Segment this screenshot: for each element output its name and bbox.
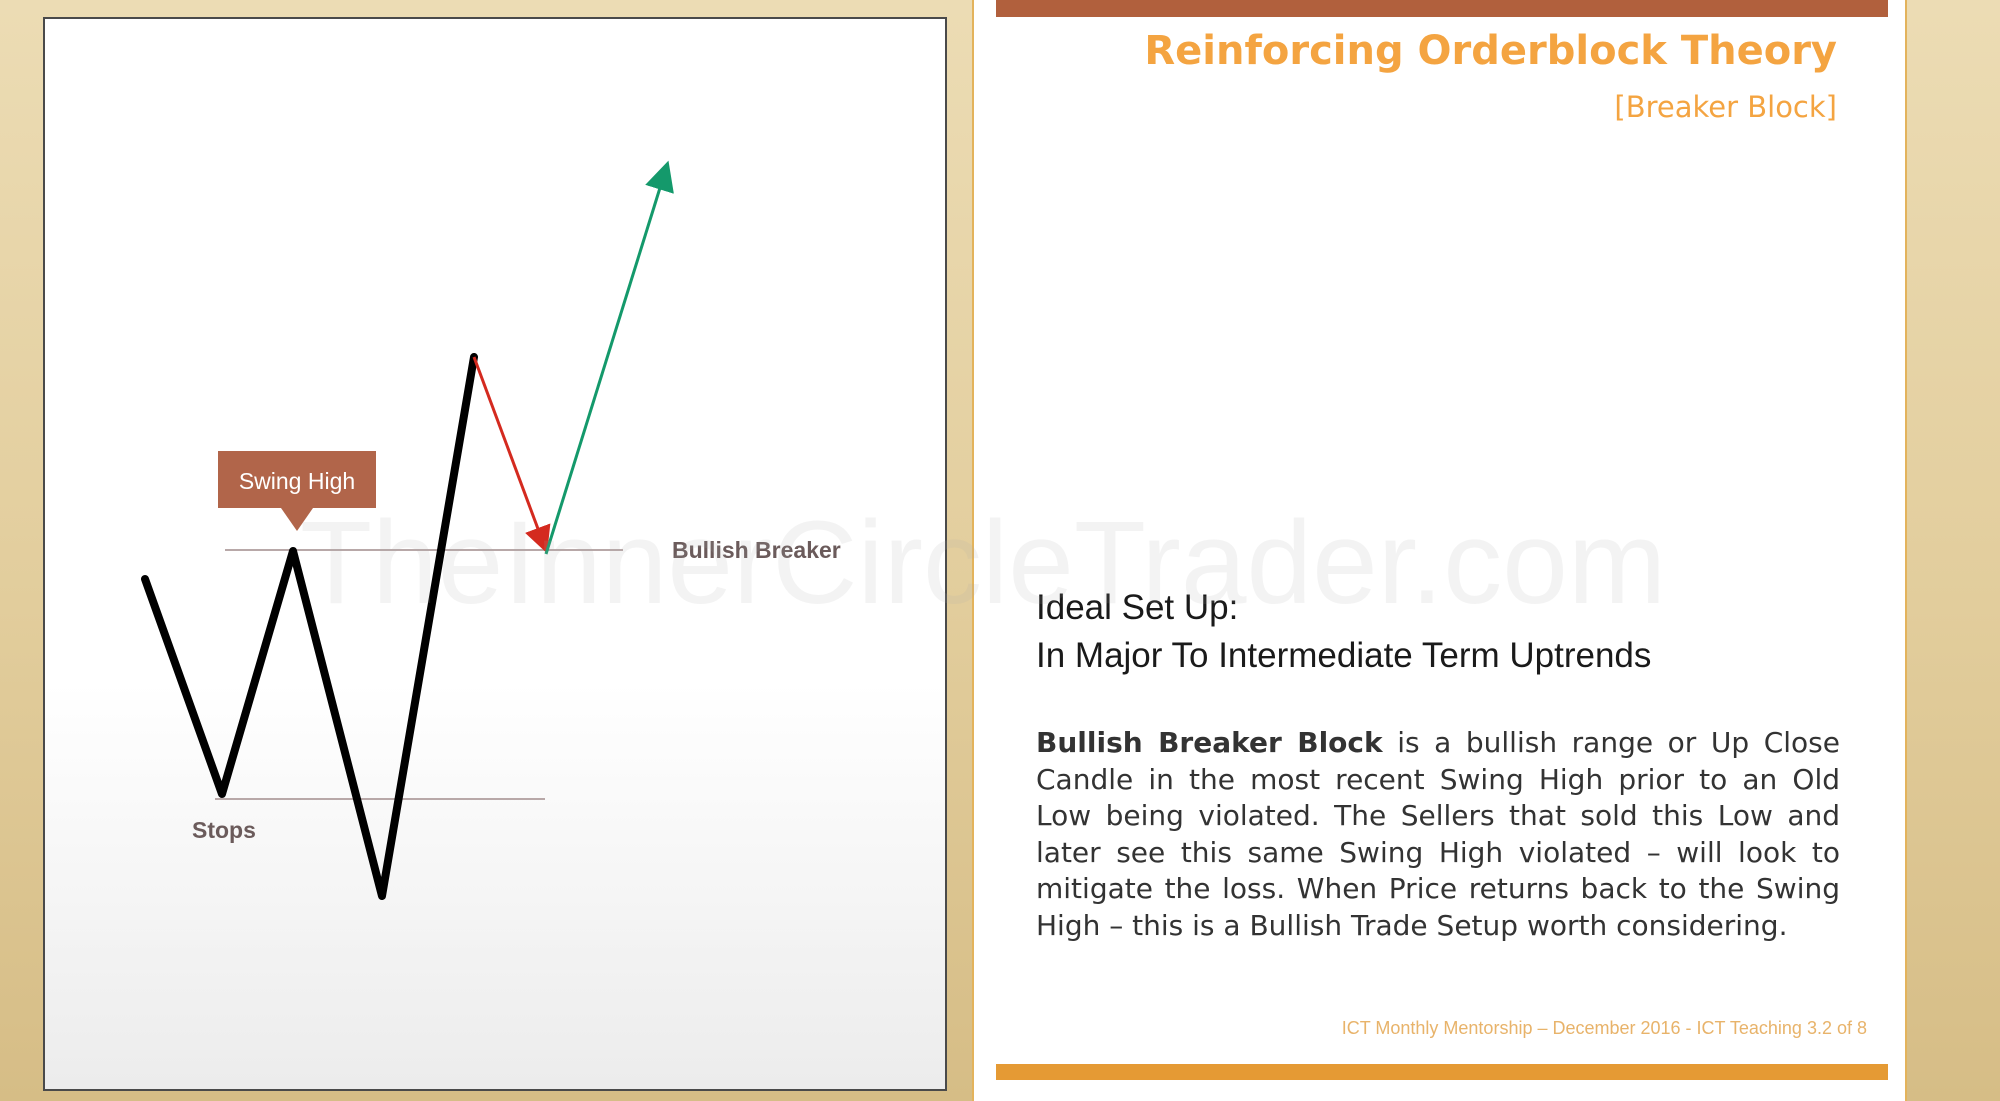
price-path (141, 353, 478, 900)
diagram-panel: Swing High Bullish Breaker Stops (43, 17, 947, 1091)
setup-heading: Ideal Set Up: In Major To Intermediate T… (1036, 584, 1856, 680)
rally-arrow (544, 160, 674, 555)
setup-heading-line2: In Major To Intermediate Term Uptrends (1036, 636, 1652, 675)
definition-term: Bullish Breaker Block (1036, 726, 1383, 759)
breaker-block-diagram: Swing High Bullish Breaker Stops (141, 160, 841, 900)
slide-footer: ICT Monthly Mentorship – December 2016 -… (1341, 1018, 1867, 1038)
definition-paragraph: Bullish Breaker Block is a bullish range… (1036, 725, 1840, 944)
stops-label: Stops (192, 817, 256, 843)
callout-pointer (281, 508, 313, 531)
pullback-arrow (472, 356, 551, 554)
top-accent-bar (996, 0, 1888, 17)
bullish-breaker-label: Bullish Breaker (672, 537, 841, 563)
slide-title: Reinforcing Orderblock Theory (1144, 28, 1837, 74)
slide-panel: Reinforcing Orderblock Theory [Breaker B… (972, 0, 1907, 1101)
slide-subtitle: [Breaker Block] (1614, 90, 1837, 124)
bottom-accent-bar (996, 1064, 1888, 1080)
swing-high-label: Swing High (239, 468, 355, 494)
setup-heading-line1: Ideal Set Up: (1036, 588, 1239, 627)
